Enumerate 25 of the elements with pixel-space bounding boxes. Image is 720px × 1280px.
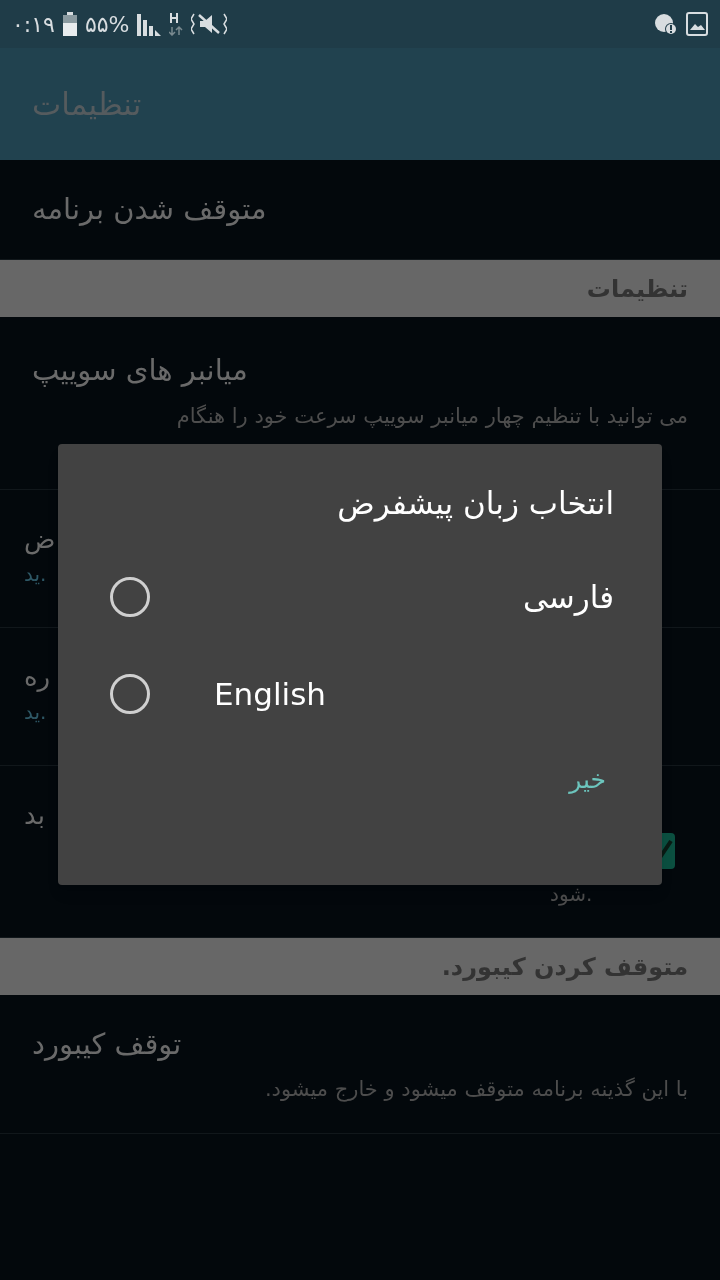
radio-button[interactable] bbox=[110, 674, 150, 714]
setting-title[interactable]: متوقف شدن برنامه bbox=[32, 187, 688, 232]
battery-icon bbox=[62, 12, 77, 36]
radio-button[interactable] bbox=[110, 577, 150, 617]
setting-title[interactable]: ره bbox=[24, 658, 51, 697]
data-arrows-icon bbox=[169, 12, 184, 36]
dialog-title: انتخاب زبان پیشفرض bbox=[336, 484, 614, 524]
option-label: فارسی bbox=[522, 577, 614, 618]
setting-description: شود. bbox=[550, 881, 593, 908]
option-label: English bbox=[214, 674, 327, 714]
setting-title[interactable]: میانبر های سوییپ bbox=[32, 349, 688, 393]
battery-level: ۵۵% bbox=[84, 10, 130, 39]
setting-description: می توانید با تنظیم چهار میانبر سوییپ سرعت خود را هنگام bbox=[175, 402, 688, 430]
setting-title[interactable]: بد bbox=[24, 796, 45, 835]
setting-description: ید. bbox=[24, 561, 47, 588]
setting-title[interactable]: توقف کیبورد bbox=[32, 1022, 688, 1066]
clock: ۰:۱۹ bbox=[12, 10, 55, 39]
image-icon bbox=[686, 12, 708, 36]
mute-vibrate-icon bbox=[191, 12, 228, 36]
setting-title[interactable]: ض bbox=[24, 520, 56, 559]
cancel-button[interactable]: خیر bbox=[561, 752, 614, 806]
signal-icon bbox=[137, 12, 162, 36]
setting-description: ید. bbox=[24, 699, 47, 726]
setting-description: با این گذینه برنامه متوقف میشود و خارج میشود. bbox=[263, 1076, 688, 1104]
alert-icon bbox=[654, 12, 678, 36]
